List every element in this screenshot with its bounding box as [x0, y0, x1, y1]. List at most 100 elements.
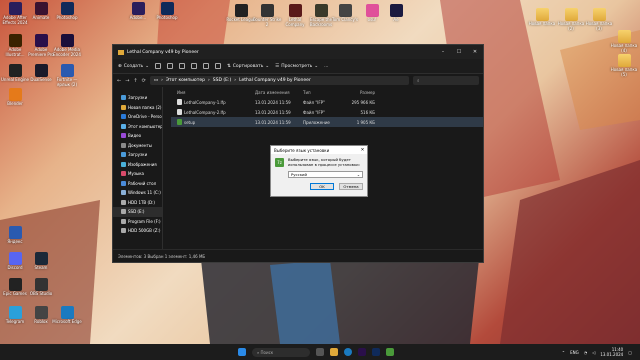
desktop-shortcut[interactable]: Adobe Media Encoder 2024: [52, 34, 82, 57]
create-button[interactable]: ⊕ Создать ⌄: [118, 64, 149, 69]
maximize-button[interactable]: ☐: [451, 49, 467, 55]
desktop-shortcut[interactable]: Fortnite — ярлык (2): [52, 64, 82, 87]
premiere-icon[interactable]: [358, 348, 366, 356]
nav-item[interactable]: Изображения: [113, 160, 162, 170]
nav-item[interactable]: OneDrive - Perso: [113, 112, 162, 122]
nav-item[interactable]: Новая папка (2): [113, 103, 162, 113]
taskbar-search[interactable]: ⌕ Поиск: [252, 347, 310, 357]
cut-icon[interactable]: [155, 63, 161, 69]
nav-item-icon: [121, 95, 126, 101]
nav-item-label: HDD 1TB (D:): [128, 199, 155, 205]
dialog-close-button[interactable]: ✕: [358, 148, 367, 153]
share-icon[interactable]: [203, 63, 209, 69]
nav-item[interactable]: SSD (E:): [113, 207, 162, 217]
close-button[interactable]: ✕: [467, 49, 483, 55]
shortcut-label: Adobe Media Encoder 2024: [53, 47, 81, 57]
7zip-icon[interactable]: [386, 348, 394, 356]
file-row[interactable]: setup 13.01.2024 11:59 Приложение 1 905 КБ: [171, 117, 483, 127]
desktop-shortcut[interactable]: Новая папка (3): [584, 8, 614, 31]
forward-icon[interactable]: →: [125, 78, 129, 84]
desktop-shortcut[interactable]: OBS Studio: [26, 278, 56, 297]
desktop-shortcut[interactable]: Новая папка (5): [609, 54, 639, 77]
breadcrumb-2[interactable]: Lethal Company v49 by Pioneer: [239, 78, 311, 83]
back-icon[interactable]: ←: [117, 78, 121, 84]
file-row[interactable]: LethalCompany-1.Ifp 13.01.2024 11:59 Файл …: [171, 97, 483, 107]
copy-icon[interactable]: [167, 63, 173, 69]
app-icon: [34, 64, 48, 77]
language-value: Русский: [291, 172, 307, 178]
delete-icon[interactable]: [215, 63, 221, 69]
desktop-shortcut[interactable]: Steam: [26, 252, 56, 271]
refresh-icon[interactable]: ⟳: [142, 78, 146, 84]
title-bar[interactable]: Lethal Company v49 by Pioneer – ☐ ✕: [113, 45, 483, 59]
more-button[interactable]: ...: [324, 64, 328, 69]
nav-item[interactable]: Рабочий стол: [113, 179, 162, 189]
nav-item[interactable]: Видео: [113, 131, 162, 141]
nav-item[interactable]: Windows 11 (C:): [113, 188, 162, 198]
nav-item[interactable]: Документы: [113, 141, 162, 151]
shortcut-label: Steam: [34, 265, 48, 270]
cancel-button[interactable]: Отмена: [339, 183, 363, 191]
column-size[interactable]: Размер: [341, 90, 375, 95]
wifi-icon[interactable]: ◔: [584, 350, 588, 355]
nav-item[interactable]: Этот компьютер: [113, 122, 162, 132]
dialog-title-bar[interactable]: Выберите язык установки ✕: [271, 146, 367, 154]
desktop-shortcut[interactable]: Blender: [0, 88, 30, 107]
nav-item[interactable]: Program File (F:): [113, 217, 162, 227]
desktop-shortcut[interactable]: Photoshop: [152, 2, 182, 21]
breadcrumb-1[interactable]: SSD (E:): [213, 78, 231, 83]
create-label: Создать: [123, 63, 144, 69]
clock[interactable]: 11:40 13.01.2024: [600, 347, 623, 357]
up-icon[interactable]: ↑: [133, 78, 137, 84]
nav-item[interactable]: HDD 1TB (D:): [113, 198, 162, 208]
volume-icon[interactable]: ◁: [592, 350, 595, 355]
nav-item[interactable]: Музыка: [113, 169, 162, 179]
app-icon: [60, 306, 74, 319]
desktop-shortcut[interactable]: Новая папка: [527, 8, 557, 27]
edge-icon[interactable]: [344, 348, 352, 356]
language-select[interactable]: Русский ⌄: [288, 171, 363, 179]
file-row[interactable]: LethalCompany-2.Ifp 13.01.2024 11:59 Файл …: [171, 107, 483, 117]
language-indicator[interactable]: ENG: [570, 350, 579, 355]
task-view-icon[interactable]: [316, 348, 324, 356]
column-name[interactable]: Имя: [171, 90, 255, 95]
address-bar[interactable]: ▭ › Этот компьютер › SSD (E:) › Lethal C…: [149, 76, 409, 85]
column-type[interactable]: Тип: [303, 90, 341, 95]
file-size: 295 966 КБ: [351, 99, 375, 105]
chevron-up-icon[interactable]: ⌃: [562, 350, 565, 355]
view-button[interactable]: ☰ Просмотреть ⌄: [275, 64, 318, 69]
desktop-shortcut[interactable]: Ae: [381, 4, 411, 23]
file-type: Приложение: [303, 119, 330, 125]
nav-item-label: HDD 500GB (Z:): [128, 228, 161, 234]
nav-item[interactable]: Загрузки: [113, 150, 162, 160]
file-explorer-icon[interactable]: [330, 348, 338, 356]
search-input[interactable]: ⌕: [413, 76, 479, 85]
desktop-shortcut[interactable]: Tom Clancy's: [330, 4, 360, 23]
photoshop-icon[interactable]: [372, 348, 380, 356]
app-icon: [34, 252, 48, 265]
notification-icon[interactable]: ▢: [628, 350, 632, 355]
nav-item[interactable]: HDD 500GB (Z:): [113, 226, 162, 236]
status-bar: Элементов: 3 Выбран 1 элемент: 1,46 МБ: [113, 249, 483, 262]
sort-button[interactable]: ⇅ Сортировать ⌄: [227, 64, 269, 69]
app-icon: [8, 226, 22, 239]
ok-button[interactable]: OK: [310, 183, 334, 191]
desktop-shortcut[interactable]: Новая папка (4): [609, 30, 639, 53]
breadcrumb-0[interactable]: Этот компьютер: [166, 78, 205, 83]
desktop-shortcut[interactable]: Photoshop: [52, 2, 82, 21]
rename-icon[interactable]: [191, 63, 197, 69]
minimize-button[interactable]: –: [435, 49, 451, 55]
app-icon: [8, 252, 22, 265]
column-date[interactable]: Дата изменения: [255, 90, 303, 95]
nav-item[interactable]: Загрузки: [113, 93, 162, 103]
paste-icon[interactable]: [179, 63, 185, 69]
app-icon: [260, 4, 274, 17]
desktop-shortcut[interactable]: Microsoft Edge: [52, 306, 82, 325]
shortcut-label: Photoshop: [56, 15, 78, 20]
start-icon[interactable]: [238, 348, 246, 356]
desktop-shortcut[interactable]: Adobe...: [123, 2, 153, 21]
computer-icon: ▭: [153, 78, 159, 83]
desktop-shortcut[interactable]: Новая папка (2): [556, 8, 586, 31]
desktop-shortcut[interactable]: Яндекс: [0, 226, 30, 245]
desktop-shortcut[interactable]: Counter Strike 2: [252, 4, 282, 27]
